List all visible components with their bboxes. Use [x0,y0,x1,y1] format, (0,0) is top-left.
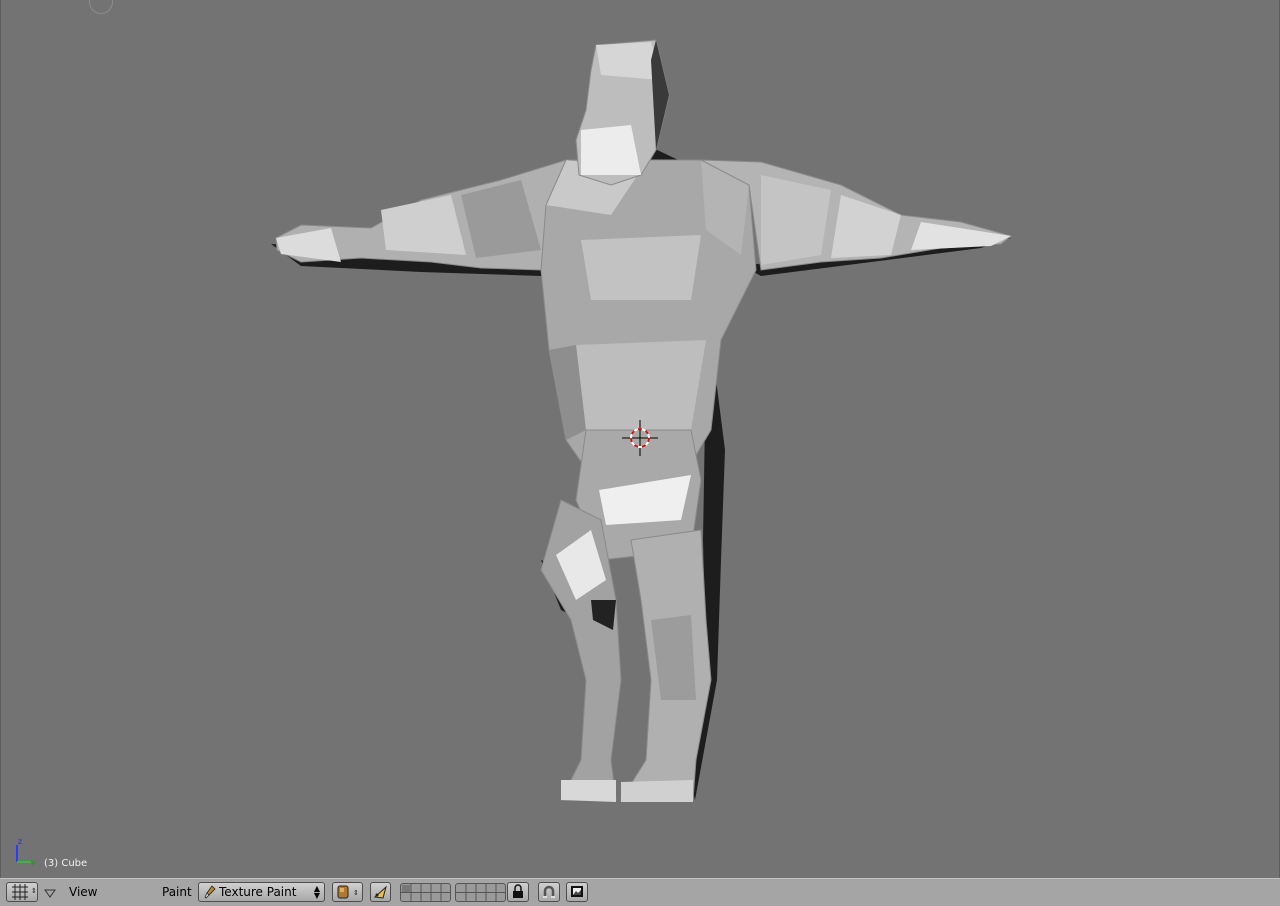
layer-buttons-group-1[interactable] [400,883,451,902]
shading-mode-button[interactable]: ⇕ [332,882,363,902]
mode-menu-label[interactable]: Paint [162,885,192,899]
viewport-header: ⇕ View Paint Texture Paint ▲ ▼ ⇕ [0,878,1280,906]
svg-text:⇕: ⇕ [31,887,37,895]
pivot-point-button[interactable] [370,882,391,902]
triangle-down-icon [44,889,56,898]
svg-text:⇕: ⇕ [353,889,359,897]
3d-cursor-icon[interactable] [622,420,658,456]
3d-viewport[interactable]: z y (3) Cube [0,0,1280,878]
snap-toggle-button[interactable] [538,882,560,902]
mode-dropdown-value: Texture Paint [219,885,297,899]
axis-y-label: y [31,858,36,866]
magnet-icon [543,885,555,898]
menu-collapse-toggle[interactable] [44,887,56,898]
brush-icon [204,885,216,899]
solid-shading-icon: ⇕ [337,885,359,899]
render-preview-button[interactable] [566,882,588,902]
lock-layers-button[interactable] [507,882,529,902]
grid-icon: ⇕ [12,884,37,900]
editor-type-button[interactable]: ⇕ [6,882,38,902]
axis-orientation-icon: z y [16,837,36,866]
active-object-label: (3) Cube [44,858,88,869]
lock-icon [513,884,523,898]
layer-buttons-group-2[interactable] [455,883,506,902]
axis-z-label: z [18,837,22,846]
mode-dropdown[interactable]: Texture Paint ▲ ▼ [198,882,325,902]
updown-arrows-icon: ▲ ▼ [313,884,320,900]
layer-grid-icon [401,884,450,901]
view-menu[interactable]: View [69,885,97,899]
pivot-icon [373,885,387,899]
render-icon [571,886,583,897]
layer-grid-icon [456,884,505,901]
